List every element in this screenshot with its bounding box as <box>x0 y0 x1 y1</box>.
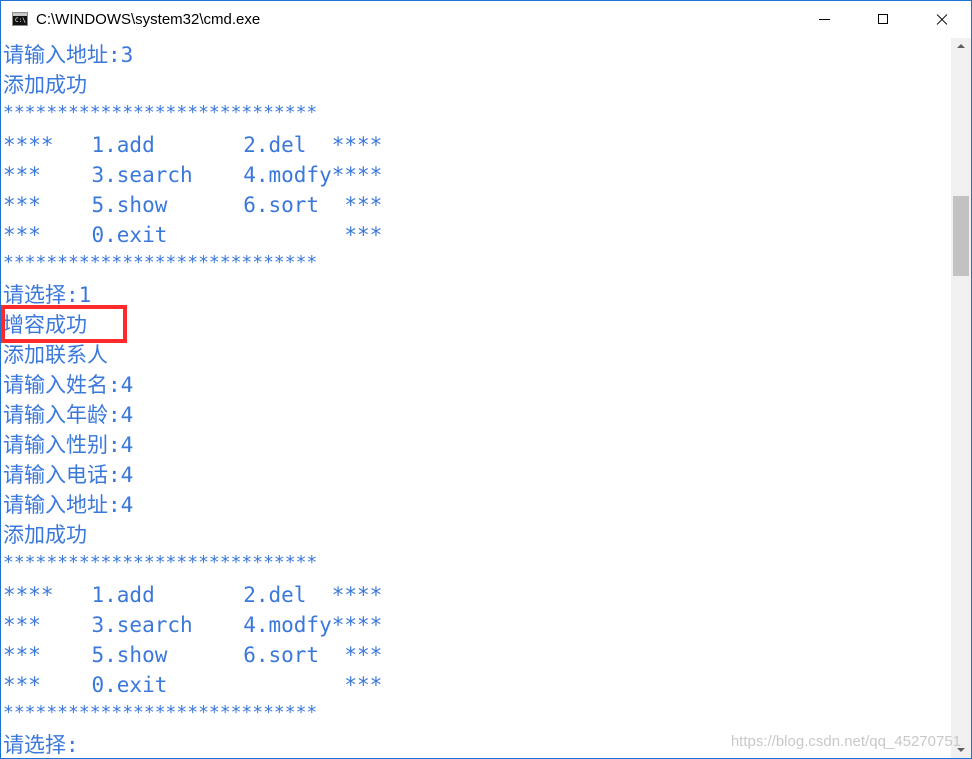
console-line: *** 5.show 6.sort *** <box>3 193 383 217</box>
console-line: 请输入年龄:4 <box>3 403 134 427</box>
console-line: 添加成功 <box>3 73 87 97</box>
cmd-icon-prompt: C:\ <box>15 17 26 24</box>
csdn-watermark: https://blog.csdn.net/qq_45270751 <box>730 733 961 750</box>
cmd-console-icon[interactable]: C:\ <box>12 12 28 26</box>
console-line: 添加成功 <box>3 523 87 547</box>
console-line: **** 1.add 2.del **** <box>3 583 383 607</box>
console-line: *** 5.show 6.sort *** <box>3 643 383 667</box>
annotation-highlight-box <box>1 305 127 343</box>
console-line: ***************************** <box>3 702 318 723</box>
window-title: C:\WINDOWS\system32\cmd.exe <box>36 11 261 28</box>
console-line: 请输入性别:4 <box>3 433 134 457</box>
maximize-button[interactable] <box>854 1 912 38</box>
console-line: ***************************** <box>3 102 318 123</box>
console-line: **** 1.add 2.del **** <box>3 133 383 157</box>
console-line: *** 0.exit *** <box>3 223 383 247</box>
console-line: 请输入地址:4 <box>3 493 134 517</box>
console-line: 添加联系人 <box>3 343 108 367</box>
vertical-scrollbar[interactable] <box>951 38 971 758</box>
console-line: ***************************** <box>3 552 318 573</box>
console-lines: 请输入地址:3 添加成功 ***************************… <box>3 40 382 758</box>
console-output[interactable]: 请输入地址:3 添加成功 ***************************… <box>1 38 951 758</box>
console-line: 请输入姓名:4 <box>3 373 134 397</box>
console-line: 请输入电话:4 <box>3 463 134 487</box>
console-line: 请输入地址:3 <box>3 43 134 67</box>
console-line: ***************************** <box>3 252 318 273</box>
minimize-button[interactable] <box>796 1 854 38</box>
scroll-up-arrow-icon[interactable] <box>951 38 971 55</box>
console-prompt-line[interactable]: 请选择: <box>3 730 382 758</box>
console-line: *** 3.search 4.modfy**** <box>3 613 383 637</box>
console-line: *** 3.search 4.modfy**** <box>3 163 383 187</box>
cmd-window: C:\ C:\WINDOWS\system32\cmd.exe 请输入地址:3 … <box>0 0 972 759</box>
close-button[interactable] <box>912 1 970 38</box>
title-bar[interactable]: C:\ C:\WINDOWS\system32\cmd.exe <box>1 1 971 38</box>
scrollbar-thumb[interactable] <box>953 196 969 276</box>
console-line: *** 0.exit *** <box>3 673 383 697</box>
